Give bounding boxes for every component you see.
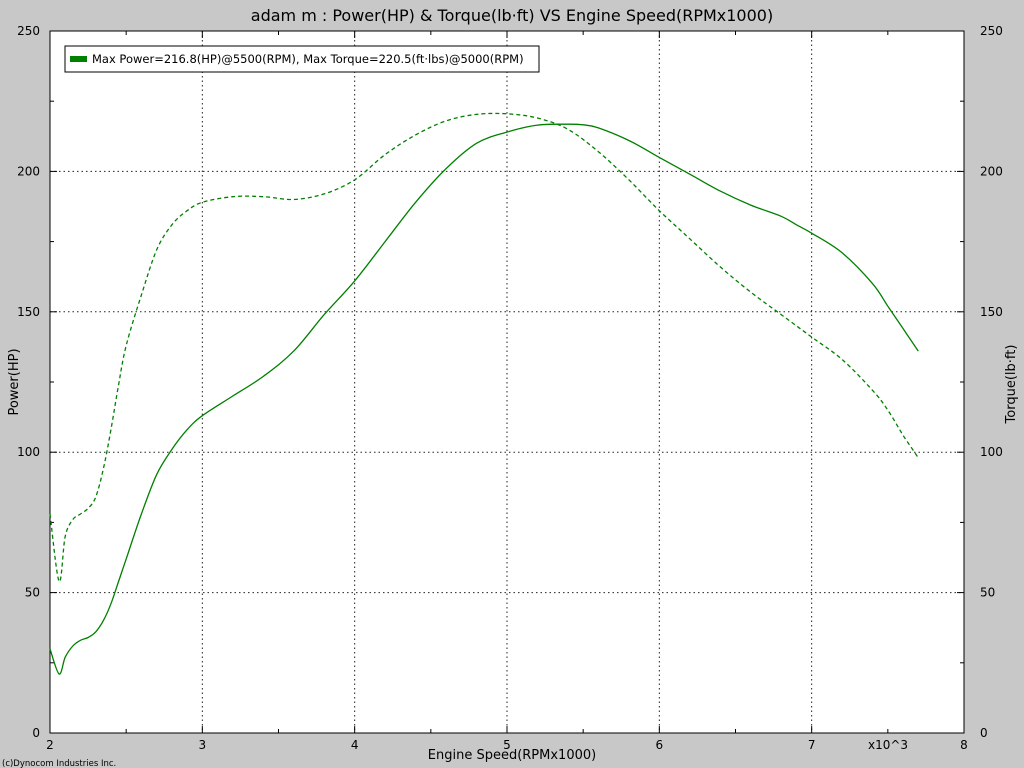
y-tick-label: 200 — [17, 164, 40, 178]
y-tick-label: 250 — [17, 24, 40, 38]
y-tick-label: 100 — [17, 445, 40, 459]
y2-tick-label: 250 — [980, 24, 1003, 38]
chart-title: adam m : Power(HP) & Torque(lb·ft) VS En… — [251, 6, 773, 25]
x-tick-label: 8 — [960, 738, 968, 752]
y-tick-label: 150 — [17, 305, 40, 319]
y-tick-label: 50 — [25, 586, 40, 600]
y2-tick-label: 50 — [980, 586, 995, 600]
y-tick-label: 0 — [32, 726, 40, 740]
x-tick-label: 2 — [46, 738, 54, 752]
x-axis-label: Engine Speed(RPMx1000) — [428, 748, 596, 763]
x-multiplier-label: x10^3 — [868, 738, 908, 752]
x-tick-label: 6 — [656, 738, 664, 752]
x-tick-label: 3 — [199, 738, 207, 752]
legend-swatch — [70, 56, 87, 62]
y-axis-label: Power(HP) — [7, 348, 22, 415]
copyright-text: (c)Dynocom Industries Inc. — [2, 759, 116, 768]
y2-tick-label: 200 — [980, 164, 1003, 178]
y2-tick-label: 150 — [980, 305, 1003, 319]
y2-tick-label: 0 — [980, 726, 988, 740]
x-tick-label: 4 — [351, 738, 359, 752]
dyno-chart: 2 3 4 5 6 7 8050100150200250050100150200250 ad… — [0, 0, 1024, 768]
x-tick-label: 7 — [808, 738, 816, 752]
legend-text: Max Power=216.8(HP)@5500(RPM), Max Torqu… — [92, 52, 524, 66]
y2-tick-label: 100 — [980, 445, 1003, 459]
y2-axis-label: Torque(lb·ft) — [1004, 345, 1019, 425]
legend: Max Power=216.8(HP)@5500(RPM), Max Torqu… — [64, 45, 540, 73]
